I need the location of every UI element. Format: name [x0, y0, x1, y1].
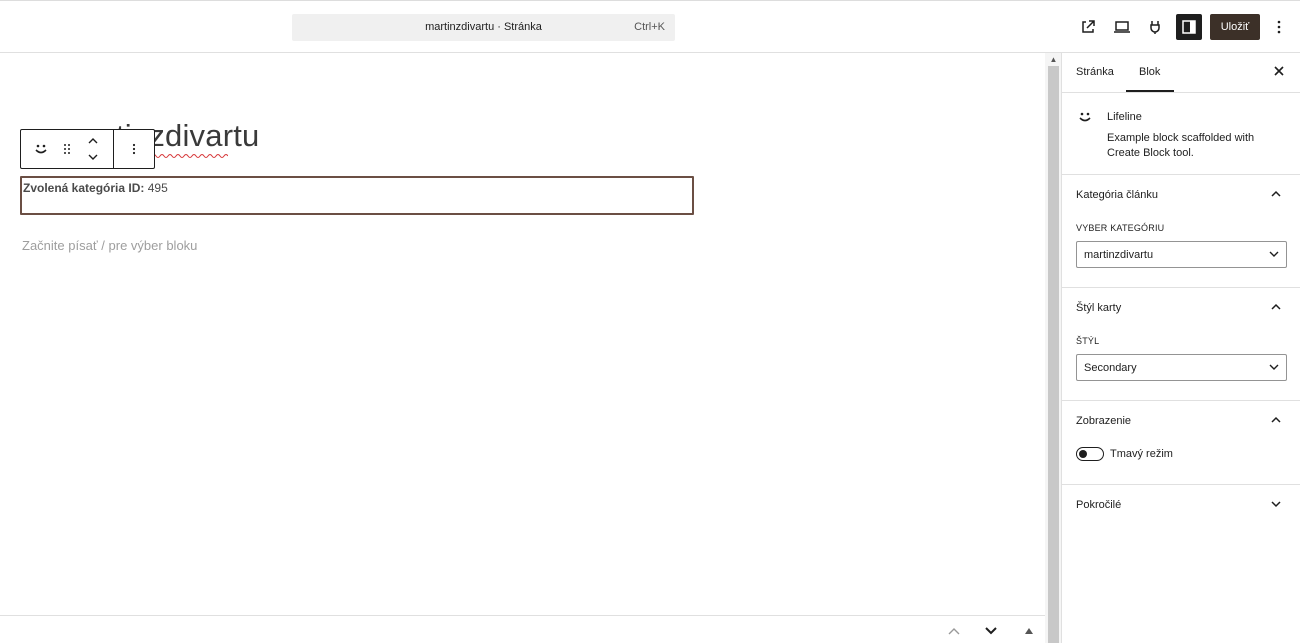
plugins-button[interactable] — [1143, 15, 1167, 39]
move-block-buttons[interactable] — [83, 130, 103, 168]
smiley-icon — [35, 144, 47, 154]
document-title[interactable]: martinzdivartu · Stránka — [292, 21, 675, 33]
command-shortcut: Ctrl+K — [634, 21, 665, 33]
block-description: Example block scaffolded with Create Blo… — [1107, 132, 1255, 159]
block-type-button[interactable] — [29, 130, 53, 168]
toggle-knob — [1079, 450, 1087, 458]
chevron-down-icon[interactable] — [1270, 498, 1282, 510]
panel-category: Kategória článku VYBER KATEGÓRIU martinz… — [1062, 175, 1300, 288]
plug-icon — [1150, 21, 1160, 34]
panel-advanced-title[interactable]: Pokročilé — [1076, 499, 1121, 511]
smiley-icon — [1079, 112, 1091, 122]
style-select-value: Secondary — [1084, 362, 1137, 374]
settings-sidebar-toggle[interactable] — [1176, 14, 1202, 40]
vertical-ellipsis-icon — [132, 143, 136, 155]
block-name: Lifeline — [1107, 111, 1142, 123]
panel-advanced: Pokročilé — [1062, 485, 1300, 525]
category-select-value: martinzdivartu — [1084, 249, 1154, 261]
device-preview-button[interactable] — [1110, 15, 1134, 39]
close-icon — [1274, 66, 1284, 76]
chevron-down-icon — [1269, 364, 1279, 370]
close-sidebar-button[interactable] — [1273, 65, 1287, 79]
style-select[interactable]: Secondary — [1076, 354, 1287, 381]
vertical-ellipsis-icon — [1277, 20, 1281, 34]
triangle-up-icon — [1025, 628, 1033, 634]
chevron-up-icon[interactable] — [1270, 414, 1282, 426]
scroll-up-button[interactable] — [1021, 624, 1037, 638]
block-card: Lifeline Example block scaffolded with C… — [1062, 93, 1300, 175]
chevron-down-icon — [1269, 251, 1279, 257]
chevron-up-icon[interactable] — [1270, 188, 1282, 200]
dark-mode-toggle[interactable] — [1076, 447, 1104, 461]
tab-block[interactable]: Blok — [1139, 66, 1160, 78]
chevron-up-icon — [948, 628, 960, 635]
laptop-icon — [1114, 21, 1130, 33]
external-link-icon — [1082, 20, 1095, 33]
panel-category-title[interactable]: Kategória článku — [1076, 189, 1158, 201]
previous-button[interactable] — [946, 624, 962, 638]
next-button[interactable] — [983, 624, 999, 638]
more-options-button[interactable] — [1267, 15, 1291, 39]
toolbar-divider — [113, 130, 114, 168]
category-select[interactable]: martinzdivartu — [1076, 241, 1287, 268]
panel-display: Zobrazenie Tmavý režim — [1062, 401, 1300, 485]
sidebar-panel-icon — [1182, 20, 1196, 34]
drag-handle-icon — [64, 144, 70, 154]
tab-page[interactable]: Stránka — [1076, 66, 1114, 78]
panel-display-title[interactable]: Zobrazenie — [1076, 415, 1131, 427]
panel-card-style: Štýl karty ŠTÝL Secondary — [1062, 288, 1300, 401]
chevron-up-icon[interactable] — [1270, 301, 1282, 313]
editor-footer — [0, 615, 1045, 643]
scrollbar-thumb[interactable] — [1048, 66, 1059, 643]
chevron-down-icon — [985, 627, 997, 635]
panel-card-style-title[interactable]: Štýl karty — [1076, 302, 1121, 314]
selected-category-label: Zvolená kategória ID: — [23, 181, 145, 195]
scroll-up-arrow[interactable]: ▲ — [1048, 55, 1059, 64]
block-options-button[interactable] — [121, 130, 147, 168]
view-page-button[interactable] — [1076, 15, 1100, 39]
selected-category-id: 495 — [147, 181, 168, 195]
editor-header: martinzdivartu · Stránka Ctrl+K Uložiť — [0, 0, 1300, 53]
chevron-up-down-icon — [88, 138, 98, 160]
category-select-label: VYBER KATEGÓRIU — [1076, 223, 1165, 233]
style-select-label: ŠTÝL — [1076, 336, 1100, 346]
save-button[interactable]: Uložiť — [1210, 14, 1260, 40]
drag-handle[interactable] — [59, 130, 75, 168]
dark-mode-label[interactable]: Tmavý režim — [1110, 448, 1173, 460]
block-toolbar — [20, 129, 155, 169]
spellcheck-underline — [152, 154, 228, 158]
lifeline-block[interactable]: Zvolená kategória ID: 495 — [20, 176, 694, 215]
sidebar-tabs: Stránka Blok — [1062, 53, 1300, 93]
settings-sidebar: Stránka Blok Lifeline Example block scaf… — [1061, 53, 1300, 643]
active-tab-indicator — [1126, 90, 1174, 92]
block-appender-placeholder[interactable]: Začnite písať / pre výber bloku — [22, 238, 197, 253]
command-palette-bar[interactable]: martinzdivartu · Stránka Ctrl+K — [292, 14, 675, 41]
selected-category-text: Zvolená kategória ID: 495 — [23, 181, 168, 195]
